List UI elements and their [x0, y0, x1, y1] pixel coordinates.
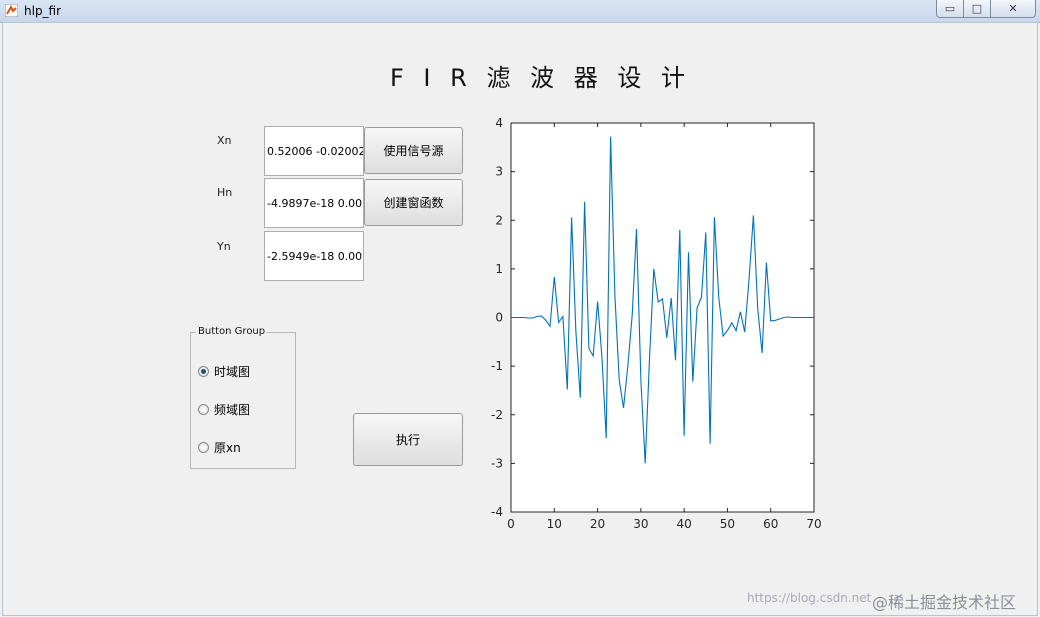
y-tick-label: 0	[495, 311, 503, 325]
y-tick-label: 1	[495, 262, 503, 276]
y-tick-label: -1	[491, 359, 503, 373]
x-tick-label: 30	[633, 517, 648, 531]
x-tick-label: 0	[507, 517, 515, 531]
y-tick-label: 2	[495, 213, 503, 227]
time-domain-plot[interactable]: 0 10 20 30 40 50 60 70 -4 -3 -2 -1 0 1 2 3 4	[0, 0, 1040, 617]
y-tick-label: -2	[491, 408, 503, 422]
y-tick-label: -3	[491, 456, 503, 470]
x-tick-label: 50	[720, 517, 735, 531]
x-tick-label: 70	[806, 517, 821, 531]
x-tick-label: 20	[590, 517, 605, 531]
y-tick-label: 3	[495, 165, 503, 179]
watermark-site: @稀土掘金技术社区	[872, 593, 1017, 612]
plot-area	[510, 122, 815, 513]
x-tick-label: 60	[763, 517, 778, 531]
watermark-url: https://blog.csdn.net	[747, 591, 872, 605]
x-tick-label: 40	[677, 517, 692, 531]
x-tick-label: 10	[547, 517, 562, 531]
y-tick-label: 4	[495, 116, 503, 130]
y-tick-label: -4	[491, 505, 503, 519]
